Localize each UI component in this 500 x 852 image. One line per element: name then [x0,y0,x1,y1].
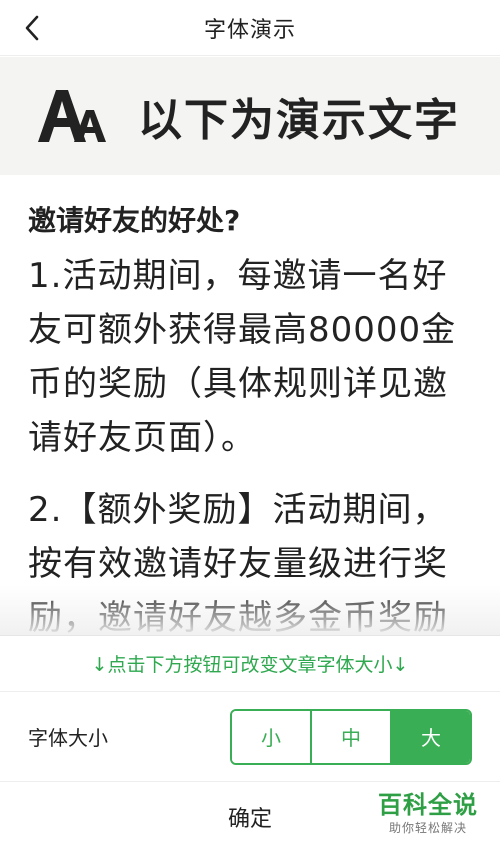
hint-text: ↓点击下方按钮可改变文章字体大小↓ [0,636,500,692]
page-title: 字体演示 [203,17,296,43]
back-button[interactable] [14,10,50,46]
font-size-small-button[interactable]: 小 [232,710,312,763]
banner-text: 以下为演示文字 [138,95,460,146]
watermark-logo: 百科全说 助你轻松解决 [370,790,486,846]
demo-banner: 以下为演示文字 [0,57,500,175]
font-size-row: 字体大小 小 中 大 [0,692,500,782]
watermark-subtitle: 助你轻松解决 [388,821,467,835]
article-heading: 邀请好友的好处? [28,204,241,237]
article-paragraph: 1.活动期间，每邀请一名好友可额外获得最高80000金币的奖励（具体规则详见邀请… [28,256,457,458]
watermark-title: 百科全说 [378,791,478,819]
chevron-left-icon [25,15,39,41]
font-size-icon [38,90,106,142]
font-size-medium-button[interactable]: 中 [312,710,392,763]
font-size-selector: 小 中 大 [230,708,472,765]
article-preview: 邀请好友的好处? 1.活动期间，每邀请一名好友可额外获得最高80000金币的奖励… [0,175,500,635]
font-size-label: 字体大小 [28,726,108,750]
font-size-large-button[interactable]: 大 [392,710,470,763]
nav-bar: 字体演示 [0,0,500,56]
fade-overlay [0,585,500,635]
